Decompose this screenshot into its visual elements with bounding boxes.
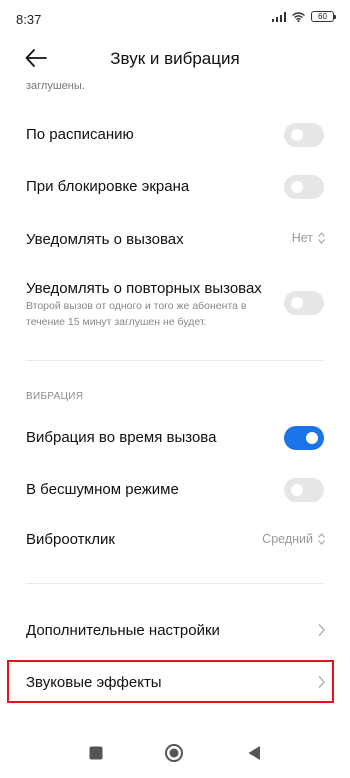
setting-description: Второй вызов от одного и того же абонент… [26,300,247,328]
setting-row-haptic[interactable]: Виброотклик Средний [0,517,350,563]
highlight-annotation-box [7,660,334,703]
status-time: 8:37 [16,12,42,27]
recents-square-icon[interactable] [89,746,103,760]
schedule-toggle[interactable] [284,123,324,147]
setting-label: Уведомлять о вызовах [26,231,184,248]
chevron-right-icon [318,624,325,636]
status-bar: 8:37 60 [0,0,350,40]
notify-calls-value-text: Нет [291,231,313,245]
setting-row-silent-mode[interactable]: В бесшумном режиме [0,467,350,513]
section-divider [26,360,324,361]
chevron-up-down-icon [318,232,325,244]
toggle-knob [291,181,303,193]
battery-icon: 60 [311,11,336,22]
setting-row-additional[interactable]: Дополнительные настройки [0,607,350,653]
notify-calls-value[interactable]: Нет [292,231,326,245]
back-triangle-icon[interactable] [247,745,261,761]
vibrate-call-toggle[interactable] [284,426,324,450]
setting-label: При блокировке экрана [26,178,190,195]
page-title: Звук и вибрация [110,49,240,68]
signal-icon [272,11,286,22]
status-icons: 60 [272,11,336,22]
toggle-knob [291,129,303,141]
setting-label: В бесшумном режиме [26,481,179,498]
haptic-value-text: Средний [262,532,313,546]
silent-mode-toggle[interactable] [284,478,324,502]
section-divider [26,583,324,584]
toggle-knob [291,297,303,309]
toggle-knob [291,484,303,496]
home-circle-icon[interactable] [164,743,184,763]
setting-row-lock-screen[interactable]: При блокировке экрана [0,164,350,210]
setting-label: Виброотклик [26,531,115,548]
setting-row-schedule[interactable]: По расписанию [0,112,350,158]
clipped-description: заглушены. [26,80,85,92]
repeat-calls-toggle[interactable] [284,291,324,315]
wifi-icon [292,11,305,22]
setting-row-notify-calls[interactable]: Уведомлять о вызовах Нет [0,216,350,262]
chevron-up-down-icon [318,533,325,545]
setting-row-repeat-calls[interactable]: Уведомлять о повторных вызовах Второй вы… [0,272,350,334]
setting-row-vibrate-call[interactable]: Вибрация во время вызова [0,415,350,461]
lock-screen-toggle[interactable] [284,175,324,199]
section-header-vibration: ВИБРАЦИЯ [26,391,84,402]
top-app-bar: Звук и вибрация [0,40,350,76]
system-nav-bar [0,726,350,778]
setting-label: Дополнительные настройки [26,622,220,639]
setting-label: По расписанию [26,126,134,143]
battery-level: 60 [318,12,327,21]
setting-label: Вибрация во время вызова [26,429,217,446]
toggle-knob [306,432,318,444]
haptic-value[interactable]: Средний [262,532,326,546]
setting-label: Уведомлять о повторных вызовах [26,280,262,297]
